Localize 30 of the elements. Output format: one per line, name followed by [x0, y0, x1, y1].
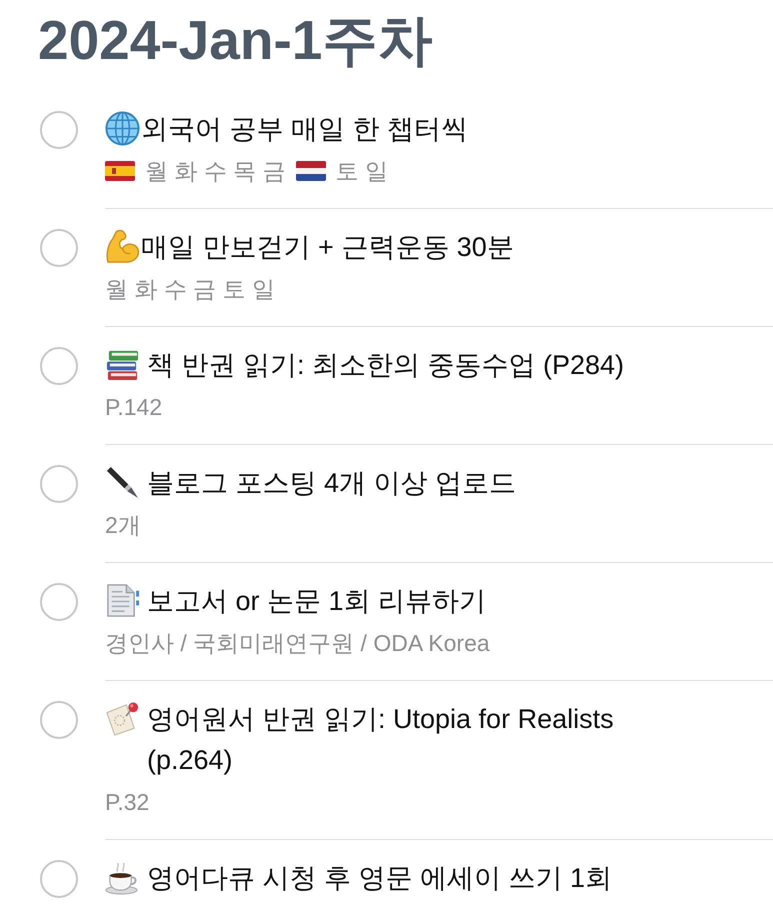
task-title: 외국어 공부 매일 한 챕터씩 — [141, 113, 468, 146]
globe-icon — [105, 111, 140, 146]
task-title: 영어원서 반권 읽기: Utopia for Realists (p.264) — [147, 703, 615, 777]
task-title: 책 반권 읽기: 최소한의 중동수업 (P284) — [147, 349, 624, 382]
task-title: 영어다큐 시청 후 영문 에세이 쓰기 1회 — [147, 862, 612, 895]
checkbox[interactable] — [40, 860, 78, 898]
task-title: 매일 만보걷기 + 근력운동 30분 — [141, 231, 514, 264]
pinned-card-icon — [105, 701, 140, 736]
checkbox[interactable] — [40, 110, 78, 148]
striped-flag-icon — [105, 161, 135, 181]
document-icon — [105, 583, 140, 618]
striped-flag-icon — [296, 161, 326, 181]
flexed-arm-icon — [105, 229, 140, 264]
checkbox[interactable] — [40, 228, 78, 266]
coffee-cup-icon — [105, 860, 140, 895]
checkbox[interactable] — [40, 346, 78, 384]
checkbox[interactable] — [40, 464, 78, 502]
task-note: 토 일 — [336, 157, 388, 186]
task-note: 2개 — [105, 511, 141, 540]
list-title: 2024-Jan-1주차 — [38, 8, 432, 73]
task-note: 경인사 / 국회미래연구원 / ODA Korea — [105, 629, 490, 658]
task-note: 월 화 수 금 토 일 — [105, 275, 275, 304]
task-title: 블로그 포스팅 4개 이상 업로드 — [147, 467, 516, 500]
fountain-pen-icon — [105, 465, 140, 500]
task-note: P.32 — [105, 788, 150, 817]
checkbox[interactable] — [40, 582, 78, 620]
checkbox[interactable] — [40, 700, 78, 738]
task-note: 월 화 수 목 금 — [145, 157, 286, 186]
task-title: 보고서 or 논문 1회 리뷰하기 — [147, 585, 486, 618]
task-note: P.142 — [105, 393, 162, 422]
